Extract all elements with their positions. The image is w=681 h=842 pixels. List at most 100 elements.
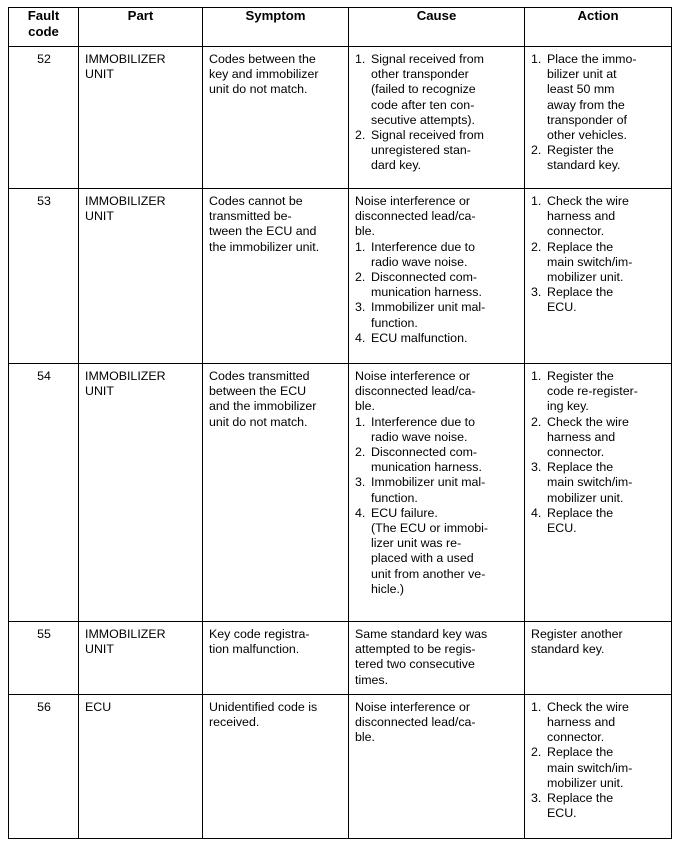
- fault-code-value: 54: [37, 369, 51, 383]
- cell-cause: Noise interference or disconnected lead/…: [348, 188, 525, 364]
- numbered-list-item: 3. Immobilizer unit mal- function.: [355, 475, 519, 505]
- symptom-value: Codes cannot be transmitted be- tween th…: [209, 194, 320, 254]
- cell-fault-code: 52: [8, 46, 79, 189]
- cell-fault-code: 56: [8, 693, 79, 839]
- table-header: Fault code Part Symptom Cause Action: [8, 7, 672, 47]
- numbered-list-item: 3. Replace the ECU.: [531, 285, 666, 315]
- cell-part: IMMOBILIZER UNIT: [78, 363, 203, 622]
- list-item-number: 4.: [355, 505, 366, 520]
- list-item-number: 1.: [355, 414, 366, 429]
- numbered-list-item: 2. Replace the main switch/im- mobilizer …: [531, 745, 666, 791]
- list-item-text: Signal received from other transponder (…: [371, 52, 484, 127]
- list-item-number: 2.: [531, 239, 542, 254]
- numbered-list-item: 1. Check the wire harness and connector.: [531, 700, 666, 746]
- cell-fault-code: 55: [8, 621, 79, 695]
- list-item-number: 4.: [355, 330, 366, 345]
- fault-code-diagnostic-table: Fault code Part Symptom Cause Action 52 I…: [8, 7, 672, 839]
- list-item-number: 2.: [355, 128, 366, 143]
- numbered-list: 1. Register the code re-register- ing key…: [531, 369, 666, 536]
- table-row: 56 ECU Unidentified code is received. Noise…: [8, 693, 672, 839]
- cause-intro-text: Noise interference or disconnected lead/…: [355, 194, 476, 239]
- cause-intro-text: Noise interference or disconnected lead/…: [355, 369, 476, 414]
- table-row: 55 IMMOBILIZER UNIT Key code registra- tio…: [8, 621, 672, 695]
- numbered-list-item: 3. Replace the ECU.: [531, 791, 666, 821]
- numbered-list-item: 3. Replace the main switch/im- mobilizer …: [531, 460, 666, 506]
- list-item-number: 2.: [355, 270, 366, 285]
- numbered-list-item: 3. Immobilizer unit mal- function.: [355, 300, 519, 330]
- cell-cause: Same standard key was attempted to be re…: [348, 621, 525, 695]
- list-item-text: Check the wire harness and connector.: [547, 414, 629, 460]
- numbered-list-item: 4. ECU malfunction.: [355, 331, 519, 346]
- list-item-text: Interference due to radio wave noise.: [371, 239, 476, 269]
- part-value: ECU: [85, 699, 112, 714]
- numbered-list-item: 2. Replace the main switch/im- mobilizer …: [531, 240, 666, 286]
- part-value: IMMOBILIZER UNIT: [85, 369, 166, 399]
- cause-intro-text: Same standard key was attempted to be re…: [355, 627, 488, 687]
- list-item-number: 3.: [531, 791, 542, 806]
- column-header-part: Part: [78, 7, 203, 47]
- cell-part: ECU: [78, 693, 203, 839]
- numbered-list-item: 4. ECU failure.: [355, 506, 519, 521]
- list-item-number: 2.: [531, 143, 542, 158]
- column-header-fault-code: Fault code: [8, 7, 79, 47]
- numbered-list-item: 2. Disconnected com- munication harness.: [355, 270, 519, 300]
- list-item-text: Check the wire harness and connector.: [547, 194, 629, 239]
- cell-action: 1. Check the wire harness and connector. 2…: [524, 188, 672, 364]
- table-row: 54 IMMOBILIZER UNIT Codes transmitted betw…: [8, 363, 672, 622]
- list-item-number: 4.: [531, 505, 542, 520]
- table-body: 52 IMMOBILIZER UNIT Codes between the key …: [8, 46, 672, 839]
- cell-part: IMMOBILIZER UNIT: [78, 621, 203, 695]
- table-row: 52 IMMOBILIZER UNIT Codes between the key …: [8, 46, 672, 189]
- cell-symptom: Key code registra- tion malfunction.: [202, 621, 349, 695]
- numbered-list: 1. Interference due to radio wave noise. 2…: [355, 415, 519, 521]
- list-item-text: Immobilizer unit mal- function.: [371, 475, 486, 505]
- cell-cause: Noise interference or disconnected lead/…: [348, 363, 525, 622]
- cell-fault-code: 54: [8, 363, 79, 622]
- cell-action: 1. Check the wire harness and connector. 2…: [524, 693, 672, 839]
- list-item-text: Immobilizer unit mal- function.: [371, 300, 486, 330]
- list-item-number: 1.: [355, 52, 366, 66]
- part-value: IMMOBILIZER UNIT: [85, 194, 166, 224]
- list-item-number: 2.: [531, 745, 542, 760]
- numbered-list: 1. Check the wire harness and connector. 2…: [531, 700, 666, 822]
- list-item-text: Replace the main switch/im- mobilizer un…: [547, 460, 633, 505]
- fault-code-value: 53: [37, 194, 51, 208]
- numbered-list-item: 2. Signal received from unregistered stan…: [355, 128, 519, 174]
- numbered-list-item: 1. Interference due to radio wave noise.: [355, 240, 519, 270]
- list-item-number: 1.: [531, 369, 542, 383]
- part-value: IMMOBILIZER UNIT: [85, 627, 166, 657]
- numbered-list-item: 2. Check the wire harness and connector.: [531, 415, 666, 461]
- list-item-text: Disconnected com- munication harness.: [371, 445, 482, 475]
- table-header-row: Fault code Part Symptom Cause Action: [8, 7, 672, 47]
- part-value: IMMOBILIZER UNIT: [85, 52, 166, 82]
- numbered-list: 1. Check the wire harness and connector. 2…: [531, 194, 666, 316]
- cell-part: IMMOBILIZER UNIT: [78, 46, 203, 189]
- numbered-list-item: 2. Disconnected com- munication harness.: [355, 445, 519, 475]
- list-item-text: Interference due to radio wave noise.: [371, 414, 476, 444]
- symptom-value: Codes transmitted between the ECU and th…: [209, 369, 317, 429]
- numbered-list: 1. Signal received from other transponder…: [355, 52, 519, 174]
- symptom-value: Unidentified code is received.: [209, 699, 318, 730]
- list-item-text: ECU failure.: [371, 505, 438, 520]
- list-item-number: 1.: [531, 699, 542, 714]
- list-item-text: Signal received from unregistered stan- …: [371, 128, 484, 173]
- symptom-value: Codes between the key and immobilizer un…: [209, 52, 319, 97]
- cell-cause: 1. Signal received from other transponder…: [348, 46, 525, 189]
- cell-action: Register another standard key.: [524, 621, 672, 695]
- fault-code-value: 52: [37, 52, 51, 66]
- cell-symptom: Codes between the key and immobilizer un…: [202, 46, 349, 189]
- list-item-text: Place the immo- bilizer unit at least 50…: [547, 52, 637, 143]
- list-item-text: Register the code re-register- ing key.: [547, 369, 638, 414]
- fault-code-value: 55: [37, 627, 51, 641]
- cell-fault-code: 53: [8, 188, 79, 364]
- column-header-cause: Cause: [348, 7, 525, 47]
- numbered-list: 1. Place the immo- bilizer unit at least …: [531, 52, 666, 174]
- cell-part: IMMOBILIZER UNIT: [78, 188, 203, 364]
- cell-action: 1. Place the immo- bilizer unit at least …: [524, 46, 672, 189]
- list-item-text: Replace the main switch/im- mobilizer un…: [547, 745, 633, 790]
- cell-cause: Noise interference or disconnected lead/…: [348, 693, 525, 839]
- numbered-list-item: 4. Replace the ECU.: [531, 506, 666, 536]
- list-item-text: Replace the ECU.: [547, 285, 614, 315]
- action-intro-text: Register another standard key.: [531, 627, 623, 657]
- list-item-number: 3.: [531, 285, 542, 300]
